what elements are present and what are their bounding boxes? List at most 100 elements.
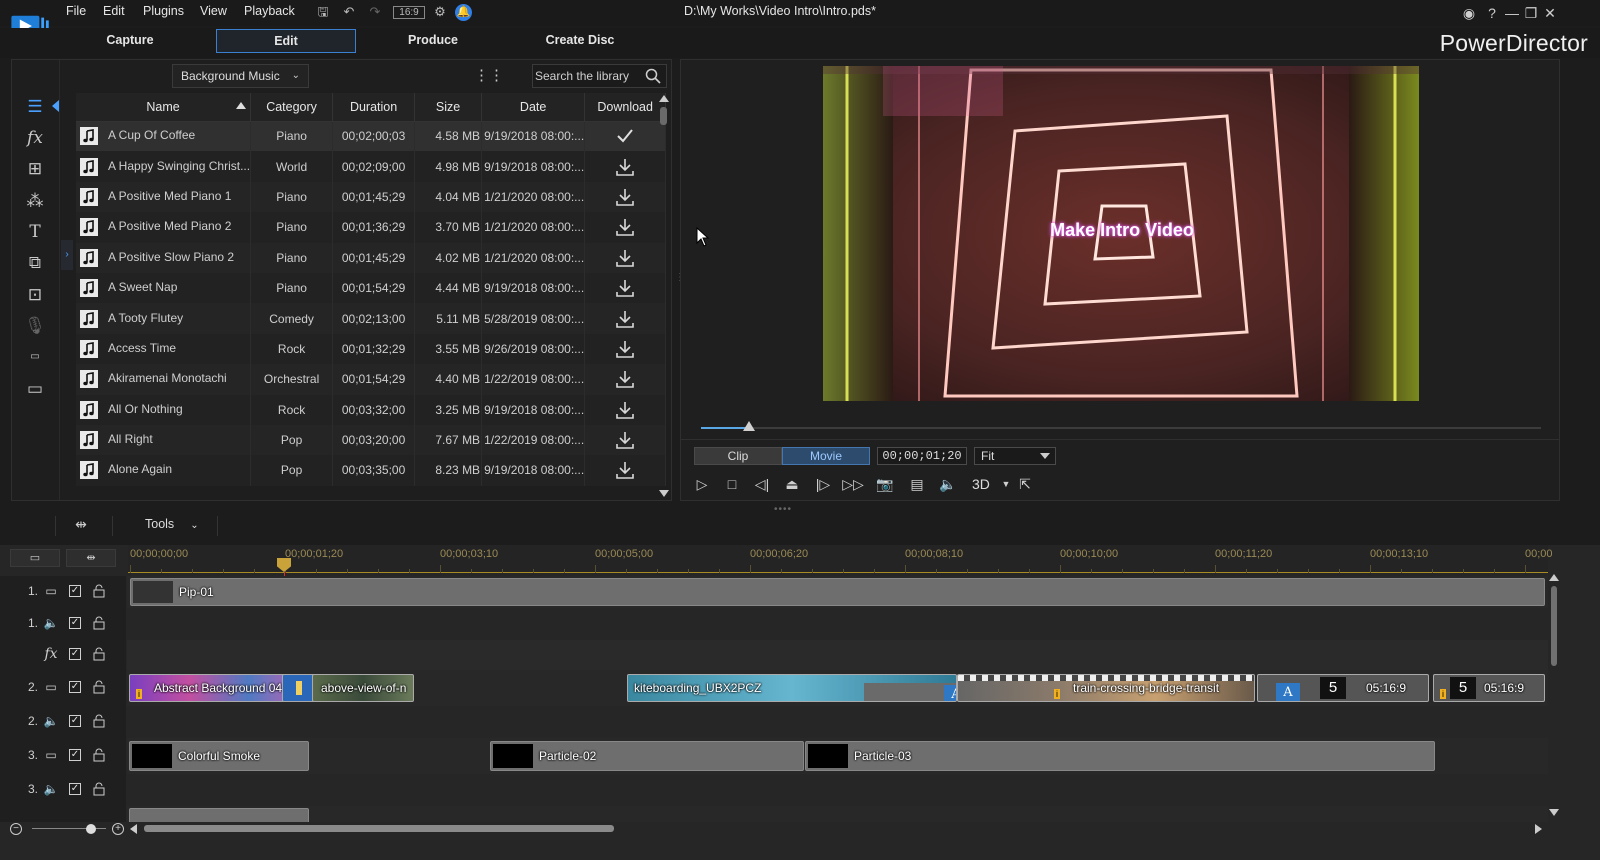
zoom-handle[interactable] [86,824,96,834]
timeline-clip[interactable]: Colorful Smoke [129,741,309,771]
library-filter-dropdown[interactable]: Background Music ⌄ [172,64,309,88]
scrollbar-thumb[interactable] [660,107,667,125]
timeline-clip[interactable]: Pip-01 [130,578,1545,606]
download-cell[interactable] [584,394,667,425]
scrollbar-thumb[interactable] [1551,586,1557,666]
scroll-left-arrow-icon[interactable] [130,824,137,834]
pip-objects-room-icon[interactable]: ⊞ [23,158,47,180]
library-row[interactable]: A Positive Med Piano 2 Piano 00;01;36;29 3.… [76,212,667,243]
track-enable-checkbox[interactable]: ✓ [69,617,81,629]
track-enable-checkbox[interactable]: ✓ [69,681,81,693]
video-preview[interactable]: Make Intro Video [823,66,1419,401]
preview-scrubber[interactable] [701,421,1541,431]
track-area[interactable] [127,774,1548,806]
preview-zoom-dropdown[interactable]: Fit [974,447,1056,465]
time-ruler[interactable]: 00;00;00;00 00;00;01;20 00;00;03;10 00;00;0… [128,545,1553,573]
clip-mode-button[interactable]: Clip [694,447,782,465]
track-area[interactable] [127,806,1548,822]
library-row[interactable]: A Positive Med Piano 1 Piano 00;01;45;29 4.… [76,181,667,213]
column-header-category[interactable]: Category [250,93,334,122]
media-room-icon[interactable]: ☰ [23,96,47,118]
timeline-zoom-slider[interactable]: − + [6,822,126,836]
track-area[interactable]: Colorful Smoke Particle-02 Particle-03 [127,738,1548,774]
track-manager-icon[interactable]: ▭ [10,549,60,567]
library-row[interactable]: A Sweet Nap Piano 00;01;54;29 4.44 MB 9/19/2… [76,272,667,304]
title-room-icon[interactable]: T [23,221,47,243]
track-enable-checkbox[interactable]: ✓ [69,749,81,761]
tab-create-disc[interactable]: Create Disc [510,29,650,53]
lock-icon[interactable] [93,584,105,598]
zoom-in-icon[interactable]: + [112,823,124,835]
track-area[interactable] [127,608,1548,640]
track-area[interactable] [127,706,1548,738]
zoom-out-icon[interactable]: − [10,823,22,835]
download-cell[interactable] [584,242,667,273]
grid-view-icon[interactable]: ⋮⋮ [474,67,504,85]
download-icon[interactable] [614,157,636,177]
lock-icon[interactable] [93,647,105,661]
fast-forward-icon[interactable]: ▷▷ [842,474,864,494]
library-row[interactable]: All Or Nothing Rock 00;03;32;00 3.25 MB 9/19… [76,394,667,425]
timeline-clip[interactable]: kiteboarding_UBX2PCZ A [627,674,957,702]
timeline-vertical-scrollbar[interactable] [1548,572,1560,818]
movie-mode-button[interactable]: Movie [782,447,870,465]
download-icon[interactable] [614,339,636,359]
aspect-ratio-button[interactable]: 16:9 [393,6,425,19]
download-cell[interactable] [584,212,667,243]
download-cell[interactable] [584,333,667,365]
download-icon[interactable] [614,278,636,298]
library-row[interactable]: A Happy Swinging Christ... World 00;02;09;… [76,151,667,182]
library-row[interactable]: A Positive Slow Piano 2 Piano 00;01;45;29 4… [76,242,667,273]
timecode-display[interactable]: 00;00;01;20 [877,447,967,465]
column-header-size[interactable]: Size [414,93,483,122]
chapter-room-icon[interactable]: ▭ [23,346,47,368]
account-icon[interactable]: ◉ [1460,4,1478,22]
search-icon[interactable] [645,68,661,84]
scrubber-handle[interactable] [743,421,755,431]
column-header-name[interactable]: Name [76,93,252,122]
title-clip[interactable]: i 5 05:16:9 [1433,674,1545,702]
save-icon[interactable]: 🖫 [314,4,332,20]
timeline-clip[interactable]: Particle-03 [805,741,1435,771]
tab-produce[interactable]: Produce [363,29,503,53]
track-enable-checkbox[interactable]: ✓ [69,648,81,660]
lock-icon[interactable] [93,782,105,796]
split-icon[interactable]: ⏏ [781,474,803,494]
previous-frame-icon[interactable]: ◁| [751,474,773,494]
minimize-icon[interactable]: — [1503,4,1521,22]
library-row[interactable]: A Cup Of Coffee Piano 00;02;00;03 4.58 MB 9/… [76,121,667,152]
menu-view[interactable]: View [200,4,227,18]
download-cell[interactable] [584,272,667,304]
tab-edit[interactable]: Edit [216,29,356,53]
notification-bell-icon[interactable]: 🔔 [455,4,472,21]
tools-dropdown[interactable]: Tools ⌄ [145,517,199,531]
play-icon[interactable]: ▷ [691,474,713,494]
audio-mixing-room-icon[interactable]: ⊡ [23,284,47,306]
scroll-up-arrow-icon[interactable] [659,95,669,102]
lock-icon[interactable] [93,680,105,694]
track-area[interactable]: Pip-01 [127,576,1548,608]
scroll-right-arrow-icon[interactable] [1535,824,1542,834]
scroll-down-arrow-icon[interactable] [1549,809,1559,816]
library-row[interactable]: Alone Again Pop 00;03;35;00 8.23 MB 9/19/201… [76,455,667,486]
track-area[interactable] [127,640,1548,670]
effect-room-icon[interactable]: fx [23,127,47,149]
timeline-clip[interactable]: above-view-of-n [312,674,414,702]
scroll-up-arrow-icon[interactable] [1549,574,1559,581]
tab-capture[interactable]: Capture [60,29,200,53]
track-enable-checkbox[interactable]: ✓ [69,715,81,727]
download-icon[interactable] [614,309,636,329]
snapshot-camera-icon[interactable]: 📷 [874,474,896,494]
playhead-handle[interactable] [277,558,291,572]
scrollbar-thumb[interactable] [144,825,614,832]
undo-icon[interactable]: ↶ [340,4,358,20]
library-row[interactable]: Access Time Rock 00;01;32;29 3.55 MB 9/26/20… [76,333,667,365]
column-header-date[interactable]: Date [481,93,586,122]
library-row[interactable]: All Right Pop 00;03;20;00 7.67 MB 1/22/2019 … [76,424,667,456]
particle-room-icon[interactable]: ⁂ [23,190,47,212]
download-cell[interactable] [584,424,667,456]
download-cell[interactable] [584,181,667,213]
download-icon[interactable] [614,400,636,420]
lock-icon[interactable] [93,616,105,630]
download-cell[interactable] [584,364,667,395]
